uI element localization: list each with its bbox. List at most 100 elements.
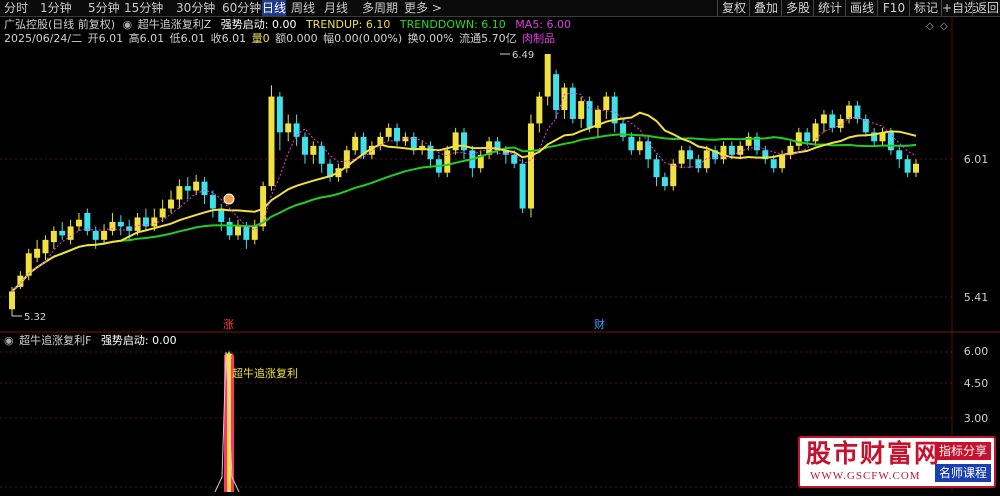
candle-body: [42, 239, 49, 254]
candle-body: [59, 230, 66, 236]
toolbar-button-0[interactable]: 复权: [717, 0, 750, 16]
candle-body: [243, 226, 250, 240]
close-panel-icon[interactable]: ◇: [940, 21, 948, 32]
toolbar-button-2[interactable]: 多股: [781, 0, 814, 16]
candle-body: [34, 248, 41, 258]
candle-body: [50, 230, 57, 243]
candle-body: [511, 154, 518, 164]
toolbar-button-4[interactable]: 画线: [845, 0, 878, 16]
tab-6[interactable]: 日线: [262, 0, 287, 16]
candle-body: [394, 127, 401, 142]
price-axis-upper: 6.01: [964, 153, 989, 166]
toolbar-button-7[interactable]: +自选: [941, 0, 976, 16]
candle-body: [837, 118, 844, 128]
candle-body: [569, 87, 576, 119]
candle-body: [904, 159, 911, 173]
candle-body: [687, 150, 693, 160]
candle-body: [829, 114, 836, 128]
low-label: 5.32: [24, 312, 46, 323]
indicator-name: 超牛追涨复利Z: [138, 17, 212, 31]
candle-body: [661, 177, 668, 187]
main-indicator-header: 广弘控股(日线 前复权) ◉ 超牛追涨复利Z 强势启动: 0.00 TRENDU…: [4, 17, 571, 31]
toolbar-button-8[interactable]: 返回: [972, 0, 1000, 16]
kline-chart[interactable]: 6.01 5.41 6.00 4.50 3.00 广弘控股(日线 前复权) ◉ …: [0, 17, 1000, 493]
candle-body: [235, 226, 241, 236]
candle-body: [134, 217, 141, 231]
tab-10[interactable]: 更多 >: [404, 0, 442, 16]
ma5-line: [11, 92, 917, 292]
candle-body: [795, 132, 802, 146]
candle-body: [201, 181, 208, 196]
candle-body: [9, 291, 15, 310]
candle-body: [887, 132, 894, 151]
candle-body: [670, 163, 677, 187]
candle-body: [846, 105, 853, 119]
candle-body: [536, 96, 543, 124]
toolbar-button-1[interactable]: 叠加: [749, 0, 782, 16]
candle-body: [301, 136, 308, 155]
price-axis-lower: 5.41: [964, 291, 989, 304]
high-label: 6.49: [512, 50, 534, 61]
candle-body: [678, 150, 685, 164]
tab-1[interactable]: 1分钟: [40, 0, 72, 16]
sub-axis-3: 3.00: [964, 412, 989, 425]
candle-body: [820, 114, 827, 124]
star-icon: ★: [224, 348, 235, 362]
start-signal-icon: [223, 193, 235, 205]
trendup-value: TRENDUP: 6.10: [305, 18, 390, 31]
tab-9[interactable]: 多周期: [362, 0, 398, 16]
candle-body: [226, 221, 233, 236]
candle-body: [553, 74, 560, 110]
candle-body: [653, 159, 660, 178]
strength-value: 强势启动: 0.00: [221, 18, 297, 31]
top-toolbar: 分时 1分钟 5分钟 15分钟 30分钟 60分钟 日线 周线 月线 多周期 更多 > 复权 叠加 多股…: [0, 0, 1000, 17]
tab-4[interactable]: 30分钟: [176, 0, 215, 16]
candle-body: [352, 136, 359, 151]
candle-body: [461, 132, 467, 151]
candle-body: [578, 101, 585, 119]
candle-body: [770, 159, 777, 169]
candle-body: [452, 132, 459, 151]
zhang-marker: 涨: [223, 318, 234, 331]
tab-3[interactable]: 15分钟: [124, 0, 163, 16]
candle-body: [703, 150, 710, 169]
candle-body: [117, 221, 124, 227]
candle-body: [276, 96, 283, 133]
candle-body: [75, 219, 82, 227]
candle-body: [310, 145, 317, 155]
chart-area[interactable]: 6.01 5.41 6.00 4.50 3.00 广弘控股(日线 前复权) ◉ …: [0, 17, 1000, 493]
toolbar-button-6[interactable]: 标记: [909, 0, 942, 16]
candle-body: [92, 230, 99, 240]
candle-body: [728, 145, 735, 155]
candle-body: [544, 54, 551, 97]
quote-line: 2025/06/24/二 开6.01 高6.01 低6.01 收6.01 量0 …: [4, 31, 555, 45]
watermark-title: 股市财富网: [806, 441, 942, 468]
candle-body: [159, 208, 166, 218]
tab-0[interactable]: 分时: [4, 0, 28, 16]
candle-body: [812, 123, 819, 142]
candle-body: [444, 150, 451, 173]
candle-body: [101, 230, 108, 240]
toolbar-button-3[interactable]: 统计: [813, 0, 846, 16]
tab-2[interactable]: 5分钟: [88, 0, 120, 16]
candle-body: [737, 145, 744, 155]
candle-body: [109, 221, 116, 231]
toolbar-button-5[interactable]: F10: [877, 0, 910, 16]
diamond-icon[interactable]: ◇: [926, 21, 934, 32]
candle-body: [84, 212, 91, 231]
candle-body: [779, 154, 786, 169]
sub-indicator-header: ◉ 超牛追涨复利F 强势启动: 0.00: [4, 333, 177, 347]
trenddown-value: TRENDDOWN: 6.10: [399, 18, 506, 31]
ma5-value: MA5: 6.00: [515, 18, 571, 31]
candle-body: [184, 186, 191, 191]
candle-body: [519, 163, 526, 209]
candle-body: [913, 163, 919, 173]
tab-5[interactable]: 60分钟: [222, 0, 261, 16]
sub-axis-6: 6.00: [964, 345, 989, 358]
candle-body: [285, 123, 292, 133]
watermark-tag-course: 名师课程: [935, 464, 991, 482]
candle-body: [151, 217, 158, 227]
tab-7[interactable]: 周线: [291, 0, 315, 16]
tab-8[interactable]: 月线: [324, 0, 348, 16]
candle-body: [586, 101, 593, 128]
